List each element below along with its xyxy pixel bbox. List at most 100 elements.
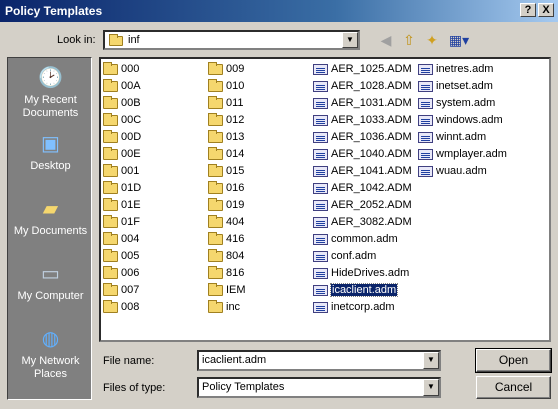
folder-icon: [208, 96, 223, 109]
file-type-value: Policy Templates: [202, 381, 285, 393]
folder-item[interactable]: 01D: [101, 180, 141, 197]
file-item[interactable]: AER_1025.ADM: [311, 61, 412, 78]
folder-item[interactable]: 00B: [101, 95, 141, 112]
item-label: 007: [121, 284, 140, 296]
folder-item[interactable]: inc: [206, 299, 240, 316]
folder-item[interactable]: 014: [206, 146, 244, 163]
adm-file-icon: [418, 64, 433, 75]
folder-item[interactable]: 004: [101, 231, 139, 248]
adm-file-icon: [313, 149, 328, 160]
place-my-documents[interactable]: ▰ My Documents: [8, 191, 93, 255]
item-label: inetres.adm: [436, 63, 494, 75]
up-folder-icon[interactable]: ⇧: [399, 31, 419, 49]
folder-item[interactable]: 00E: [101, 146, 141, 163]
chevron-down-icon[interactable]: ▼: [423, 352, 439, 369]
folder-item[interactable]: 00D: [101, 129, 141, 146]
network-places-icon: ◍: [41, 328, 60, 350]
file-item[interactable]: inetset.adm: [416, 78, 493, 95]
adm-file-icon: [313, 132, 328, 143]
file-item[interactable]: wuau.adm: [416, 163, 487, 180]
file-item[interactable]: AER_1036.ADM: [311, 129, 412, 146]
folder-item[interactable]: 000: [101, 61, 139, 78]
file-item[interactable]: AER_1040.ADM: [311, 146, 412, 163]
folder-item[interactable]: 013: [206, 129, 244, 146]
adm-file-icon: [418, 115, 433, 126]
file-item[interactable]: icaclient.adm: [311, 282, 399, 299]
item-label: 00A: [121, 80, 141, 92]
my-documents-icon: ▰: [42, 198, 59, 220]
adm-file-icon: [313, 217, 328, 228]
place-recent-documents[interactable]: 🕑 My Recent Documents: [8, 60, 93, 124]
chevron-down-icon[interactable]: ▼: [342, 32, 358, 48]
folder-icon: [208, 130, 223, 143]
place-desktop[interactable]: ▣ Desktop: [8, 126, 93, 190]
my-computer-icon: ▭: [41, 263, 60, 285]
file-item[interactable]: AER_1042.ADM: [311, 180, 412, 197]
file-item[interactable]: AER_1041.ADM: [311, 163, 412, 180]
folder-item[interactable]: 006: [101, 265, 139, 282]
item-label: AER_1036.ADM: [331, 131, 412, 143]
cancel-button[interactable]: Cancel: [476, 376, 551, 399]
folder-item[interactable]: 404: [206, 214, 244, 231]
item-label: 011: [226, 97, 244, 109]
folder-item[interactable]: 008: [101, 299, 139, 316]
file-item[interactable]: AER_1033.ADM: [311, 112, 412, 129]
folder-item[interactable]: 007: [101, 282, 139, 299]
folder-item[interactable]: 015: [206, 163, 244, 180]
item-label: wuau.adm: [436, 165, 487, 177]
folder-item[interactable]: 019: [206, 197, 244, 214]
folder-item[interactable]: 005: [101, 248, 139, 265]
file-item[interactable]: AER_2052.ADM: [311, 197, 412, 214]
file-item[interactable]: inetcorp.adm: [311, 299, 395, 316]
item-label: 001: [121, 165, 140, 177]
item-label: HideDrives.adm: [331, 267, 410, 279]
look-in-label: Look in:: [57, 34, 96, 46]
folder-item[interactable]: 416: [206, 231, 244, 248]
file-item[interactable]: wmplayer.adm: [416, 146, 507, 163]
item-label: 01E: [121, 199, 141, 211]
adm-file-icon: [313, 268, 328, 279]
file-item[interactable]: inetres.adm: [416, 61, 493, 78]
folder-item[interactable]: 001: [101, 163, 139, 180]
close-button[interactable]: X: [538, 3, 554, 17]
item-label: AER_2052.ADM: [331, 199, 412, 211]
adm-file-icon: [418, 166, 433, 177]
folder-item[interactable]: 804: [206, 248, 244, 265]
file-name-input[interactable]: icaclient.adm ▼: [197, 350, 441, 371]
folder-item[interactable]: 00C: [101, 112, 141, 129]
chevron-down-icon[interactable]: ▼: [423, 379, 439, 396]
file-item[interactable]: AER_1028.ADM: [311, 78, 412, 95]
file-item[interactable]: HideDrives.adm: [311, 265, 409, 282]
folder-item[interactable]: 01E: [101, 197, 141, 214]
adm-file-icon: [418, 98, 433, 109]
folder-item[interactable]: 01F: [101, 214, 140, 231]
file-item[interactable]: common.adm: [311, 231, 398, 248]
folder-item[interactable]: 816: [206, 265, 244, 282]
file-type-select[interactable]: Policy Templates ▼: [197, 377, 441, 398]
file-item[interactable]: winnt.adm: [416, 129, 486, 146]
file-item[interactable]: windows.adm: [416, 112, 503, 129]
folder-item[interactable]: 010: [206, 78, 244, 95]
folder-item[interactable]: IEM: [206, 282, 246, 299]
folder-item[interactable]: 011: [206, 95, 244, 112]
file-item[interactable]: AER_1031.ADM: [311, 95, 412, 112]
folder-item[interactable]: 016: [206, 180, 244, 197]
folder-item[interactable]: 00A: [101, 78, 141, 95]
adm-file-icon: [313, 251, 328, 262]
file-item[interactable]: conf.adm: [311, 248, 376, 265]
views-menu-icon[interactable]: ▦▾: [447, 31, 471, 49]
adm-file-icon: [418, 81, 433, 92]
back-icon[interactable]: ◀: [376, 31, 396, 49]
help-button[interactable]: ?: [520, 3, 536, 17]
file-item[interactable]: system.adm: [416, 95, 495, 112]
open-button[interactable]: Open: [475, 348, 552, 373]
file-item[interactable]: AER_3082.ADM: [311, 214, 412, 231]
look-in-combo[interactable]: inf ▼: [103, 30, 360, 50]
new-folder-icon[interactable]: ✦: [422, 31, 442, 49]
place-network-places[interactable]: ◍ My Network Places: [8, 321, 93, 385]
folder-icon: [103, 79, 118, 92]
file-list[interactable]: 000 00A 00B 00C 00D 00E 001 01D 01E 01F 004 005 006 0…: [99, 57, 551, 342]
folder-item[interactable]: 009: [206, 61, 244, 78]
folder-item[interactable]: 012: [206, 112, 244, 129]
place-my-computer[interactable]: ▭ My Computer: [8, 256, 93, 320]
